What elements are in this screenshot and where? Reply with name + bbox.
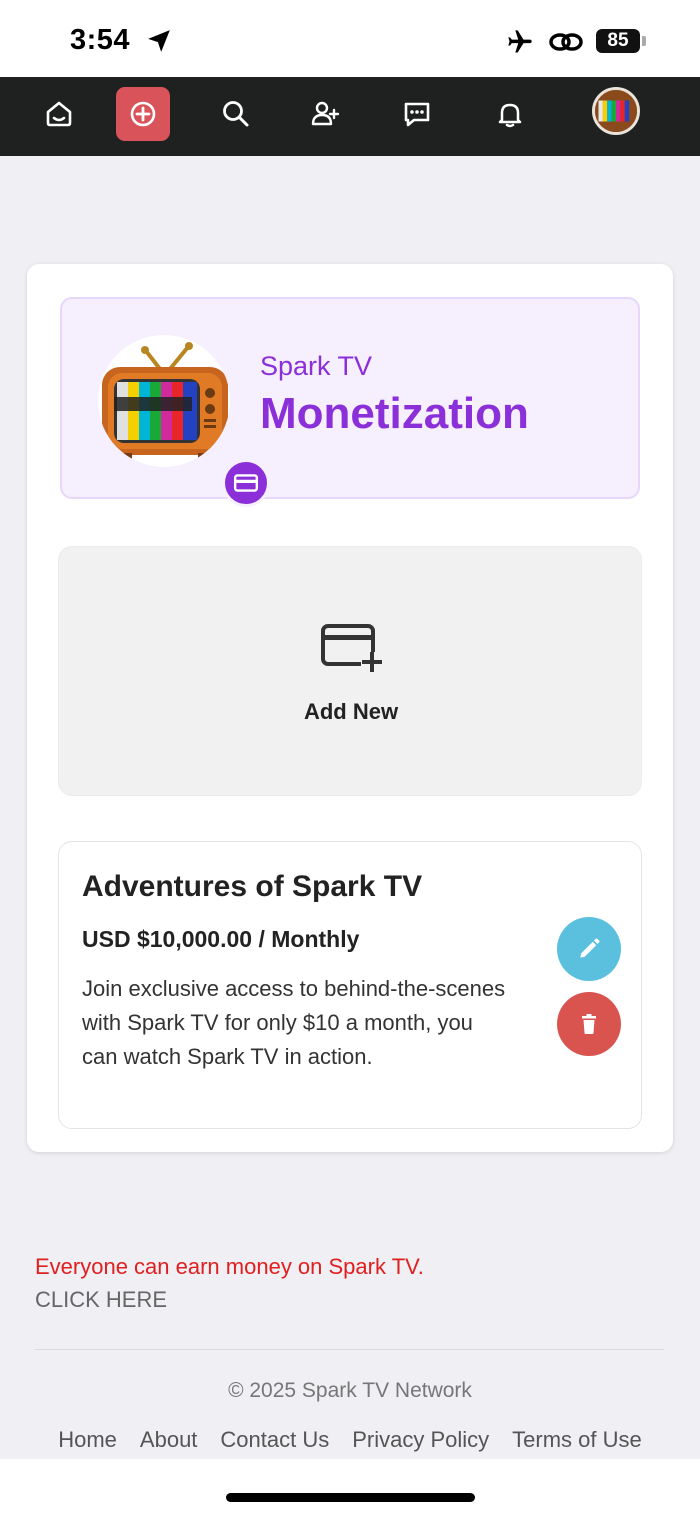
tv-logo-icon (595, 90, 637, 132)
bottom-safe-area (0, 1459, 700, 1515)
footer-link-home[interactable]: Home (58, 1427, 117, 1453)
brand-name: Spark TV (260, 351, 373, 381)
plan-description: Join exclusive access to behind-the-scen… (82, 976, 506, 1069)
footer-links: Home About Contact Us Privacy Policy Ter… (0, 1427, 700, 1453)
location-arrow-icon (148, 30, 170, 52)
footer-link-terms[interactable]: Terms of Use (512, 1427, 642, 1453)
nav-home[interactable] (32, 87, 86, 141)
messages-icon (404, 102, 430, 127)
status-bar: 3:54 85 (0, 0, 700, 77)
home-icon (46, 101, 72, 127)
page-title: Monetization (260, 389, 529, 438)
search-icon (223, 101, 249, 127)
plan-price: USD $10,000.00 / Monthly (82, 926, 360, 952)
footer-link-about[interactable]: About (140, 1427, 198, 1453)
edit-plan-button[interactable] (557, 917, 621, 981)
payment-card-badge-icon (222, 459, 270, 507)
nav-messages[interactable] (390, 87, 444, 141)
plan-title: Adventures of Spark TV (82, 870, 423, 903)
tv-logo-icon (102, 342, 228, 461)
home-indicator[interactable] (226, 1493, 475, 1502)
add-card-icon (321, 624, 383, 672)
add-new-label: Add New (303, 699, 399, 724)
monetization-card: Spark TV Monetization Add New Adventures… (27, 264, 673, 1152)
copyright: © 2025 Spark TV Network (228, 1379, 472, 1402)
add-new-button[interactable]: Add New (58, 546, 642, 796)
status-time: 3:54 (70, 24, 131, 56)
spark-tv-logo (98, 335, 270, 507)
profile-avatar[interactable] (592, 87, 640, 135)
nav-add-friend[interactable] (298, 87, 352, 141)
trash-icon (582, 1014, 596, 1034)
monetization-header: Spark TV Monetization (60, 297, 640, 507)
pencil-icon (580, 938, 600, 958)
nav-notifications[interactable] (483, 87, 537, 141)
footer-divider (35, 1349, 664, 1350)
footer-link-privacy[interactable]: Privacy Policy (352, 1427, 489, 1453)
battery-level: 85 (607, 30, 629, 51)
promo-text: Everyone can earn money on Spark TV. (35, 1254, 424, 1279)
click-here-link[interactable]: CLICK HERE (35, 1287, 167, 1313)
delete-plan-button[interactable] (557, 992, 621, 1056)
battery-tip (642, 36, 646, 46)
top-nav-bar (0, 77, 700, 156)
add-friend-icon (311, 101, 340, 126)
logo-circle (98, 335, 230, 467)
subscription-plan-card: Adventures of Spark TV USD $10,000.00 / … (58, 841, 642, 1129)
nav-create[interactable] (116, 87, 170, 141)
nav-search[interactable] (209, 87, 263, 141)
create-icon (130, 101, 156, 127)
footer-link-contact[interactable]: Contact Us (220, 1427, 329, 1453)
airplane-icon (508, 30, 532, 53)
link-icon (549, 33, 583, 51)
battery-icon: 85 (596, 29, 640, 53)
notifications-icon (498, 103, 522, 128)
